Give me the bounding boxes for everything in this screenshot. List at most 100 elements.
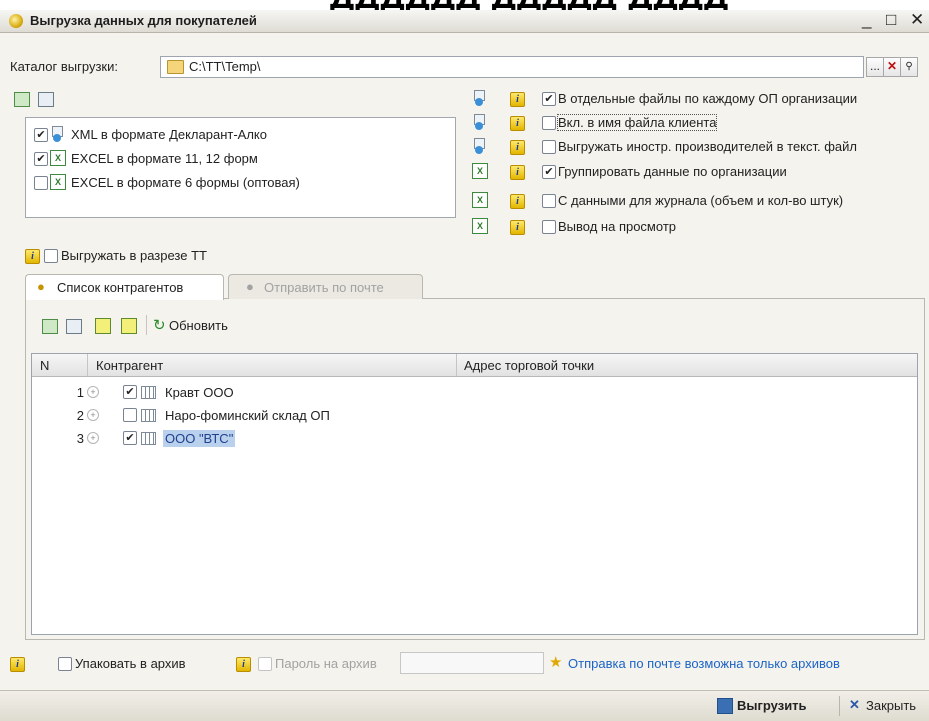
grid-header: N Контрагент Адрес торговой точки — [32, 354, 917, 377]
option-preview: X i Вывод на просмотр — [472, 218, 922, 238]
clear-path-button[interactable]: ✕ — [883, 57, 901, 77]
option-separate-files: i ✔ В отдельные файлы по каждому ОП орга… — [472, 90, 922, 110]
mail-star-icon: ★ — [549, 654, 563, 671]
tab-send-mail[interactable]: ● Отправить по почте — [228, 274, 423, 299]
info-icon[interactable]: i — [510, 140, 525, 155]
xml-icon — [472, 90, 486, 106]
option-checkbox[interactable]: ✔ — [542, 165, 556, 179]
close-button[interactable]: ✕ — [910, 10, 924, 30]
refresh-icon: ↻ — [153, 317, 166, 334]
option-checkbox[interactable] — [542, 194, 556, 208]
check-all-icon[interactable] — [14, 92, 30, 107]
row-number: 1 — [76, 385, 84, 400]
column-n[interactable]: N — [40, 358, 49, 373]
format-checkbox[interactable]: ✔ — [34, 128, 48, 142]
format-item-excel-6[interactable]: X EXCEL в формате 6 формы (оптовая) — [34, 174, 434, 192]
table-icon — [141, 386, 156, 399]
column-separator — [456, 354, 457, 376]
formats-list: ✔ XML в формате Декларант-Алко ✔ X EXCEL… — [25, 117, 456, 218]
info-icon[interactable]: i — [510, 92, 525, 107]
export-label: Выгрузить — [737, 698, 807, 713]
maximize-button[interactable]: □ — [886, 10, 896, 30]
counterparty-name: Кравт ООО — [165, 385, 234, 400]
user-icon: ● — [37, 279, 45, 294]
counterparties-grid: N Контрагент Адрес торговой точки 1 + ✔ … — [31, 353, 918, 635]
open-path-button[interactable]: ⚲ — [900, 57, 918, 77]
xml-icon — [50, 126, 64, 142]
option-label: Вывод на просмотр — [558, 219, 677, 234]
table-icon — [141, 432, 156, 445]
collapse-all-icon[interactable] — [121, 318, 137, 334]
row-number: 3 — [76, 431, 84, 446]
info-icon[interactable]: i — [510, 165, 525, 180]
catalog-path-field[interactable]: C:\TT\Temp\ — [160, 56, 864, 78]
format-label: EXCEL в формате 11, 12 форм — [71, 151, 258, 166]
option-label: Вкл. в имя файла клиента — [556, 114, 718, 131]
excel-icon: X — [50, 174, 66, 190]
option-group-by-org: X i ✔ Группировать данные по организации — [472, 163, 922, 183]
expand-all-icon[interactable] — [95, 318, 111, 334]
expand-icon[interactable]: + — [87, 409, 99, 421]
archive-checkbox[interactable] — [58, 657, 72, 671]
command-bar: Выгрузить ✕ Закрыть — [0, 690, 929, 721]
info-icon[interactable]: i — [25, 249, 40, 264]
expand-icon[interactable]: + — [87, 386, 99, 398]
format-checkbox[interactable] — [34, 176, 48, 190]
option-label: Выгружать иностр. производителей в текст… — [558, 139, 858, 154]
row-checkbox[interactable]: ✔ — [123, 385, 137, 399]
table-row[interactable]: 2 + Наро-фоминский склад ОП — [32, 405, 917, 427]
check-all-icon[interactable] — [42, 319, 58, 334]
expand-icon[interactable]: + — [87, 432, 99, 444]
table-row[interactable]: 3 + ✔ ООО "ВТС" — [32, 428, 917, 450]
option-checkbox[interactable]: ✔ — [542, 92, 556, 106]
xml-icon — [472, 138, 486, 154]
tab-counterparties[interactable]: ● Список контрагентов — [25, 274, 224, 300]
password-label: Пароль на архив — [275, 656, 377, 671]
format-checkbox[interactable]: ✔ — [34, 152, 48, 166]
format-item-excel-11-12[interactable]: ✔ X EXCEL в формате 11, 12 форм — [34, 150, 434, 168]
password-checkbox[interactable] — [258, 657, 272, 671]
password-field[interactable] — [400, 652, 544, 674]
tab-label: Список контрагентов — [57, 280, 184, 295]
by-tt-label: Выгружать в разрезе ТТ — [61, 248, 207, 263]
close-label: Закрыть — [866, 698, 917, 713]
tab-label: Отправить по почте — [264, 280, 384, 295]
option-label: В отдельные файлы по каждому ОП организа… — [558, 91, 858, 106]
catalog-label: Каталог выгрузки: — [10, 59, 118, 74]
user-icon: ● — [246, 279, 254, 294]
separator — [839, 696, 840, 716]
archive-label: Упаковать в архив — [75, 656, 186, 671]
refresh-label: Обновить — [169, 318, 228, 333]
by-tt-checkbox[interactable] — [44, 249, 58, 263]
info-icon[interactable]: i — [510, 194, 525, 209]
window-title: Выгрузка данных для покупателей — [30, 13, 257, 28]
info-icon[interactable]: i — [510, 116, 525, 131]
column-counterparty[interactable]: Контрагент — [96, 358, 163, 373]
excel-icon: X — [472, 218, 488, 234]
info-icon[interactable]: i — [10, 657, 25, 672]
minimize-button[interactable]: _ — [862, 10, 871, 30]
info-icon[interactable]: i — [510, 220, 525, 235]
column-address[interactable]: Адрес торговой точки — [464, 358, 594, 373]
select-path-button[interactable]: ... — [866, 57, 884, 77]
table-row[interactable]: 1 + ✔ Кравт ООО — [32, 382, 917, 404]
app-icon — [9, 14, 23, 28]
option-foreign-producers: i Выгружать иностр. производителей в тек… — [472, 138, 922, 158]
column-separator — [87, 354, 88, 376]
option-checkbox[interactable] — [542, 220, 556, 234]
title-bar: Выгрузка данных для покупателей _ □ ✕ — [0, 10, 929, 33]
format-item-xml[interactable]: ✔ XML в формате Декларант-Алко — [34, 126, 434, 144]
option-checkbox[interactable] — [542, 116, 556, 130]
uncheck-all-icon[interactable] — [38, 92, 54, 107]
counterparty-name: ООО "ВТС" — [163, 430, 236, 447]
option-client-in-filename: i Вкл. в имя файла клиента — [472, 114, 922, 134]
format-label: XML в формате Декларант-Алко — [71, 127, 267, 142]
folder-icon — [167, 60, 184, 74]
excel-icon: X — [472, 163, 488, 179]
uncheck-all-icon[interactable] — [66, 319, 82, 334]
save-icon — [717, 698, 733, 714]
info-icon[interactable]: i — [236, 657, 251, 672]
row-checkbox[interactable]: ✔ — [123, 431, 137, 445]
row-checkbox[interactable] — [123, 408, 137, 422]
option-checkbox[interactable] — [542, 140, 556, 154]
